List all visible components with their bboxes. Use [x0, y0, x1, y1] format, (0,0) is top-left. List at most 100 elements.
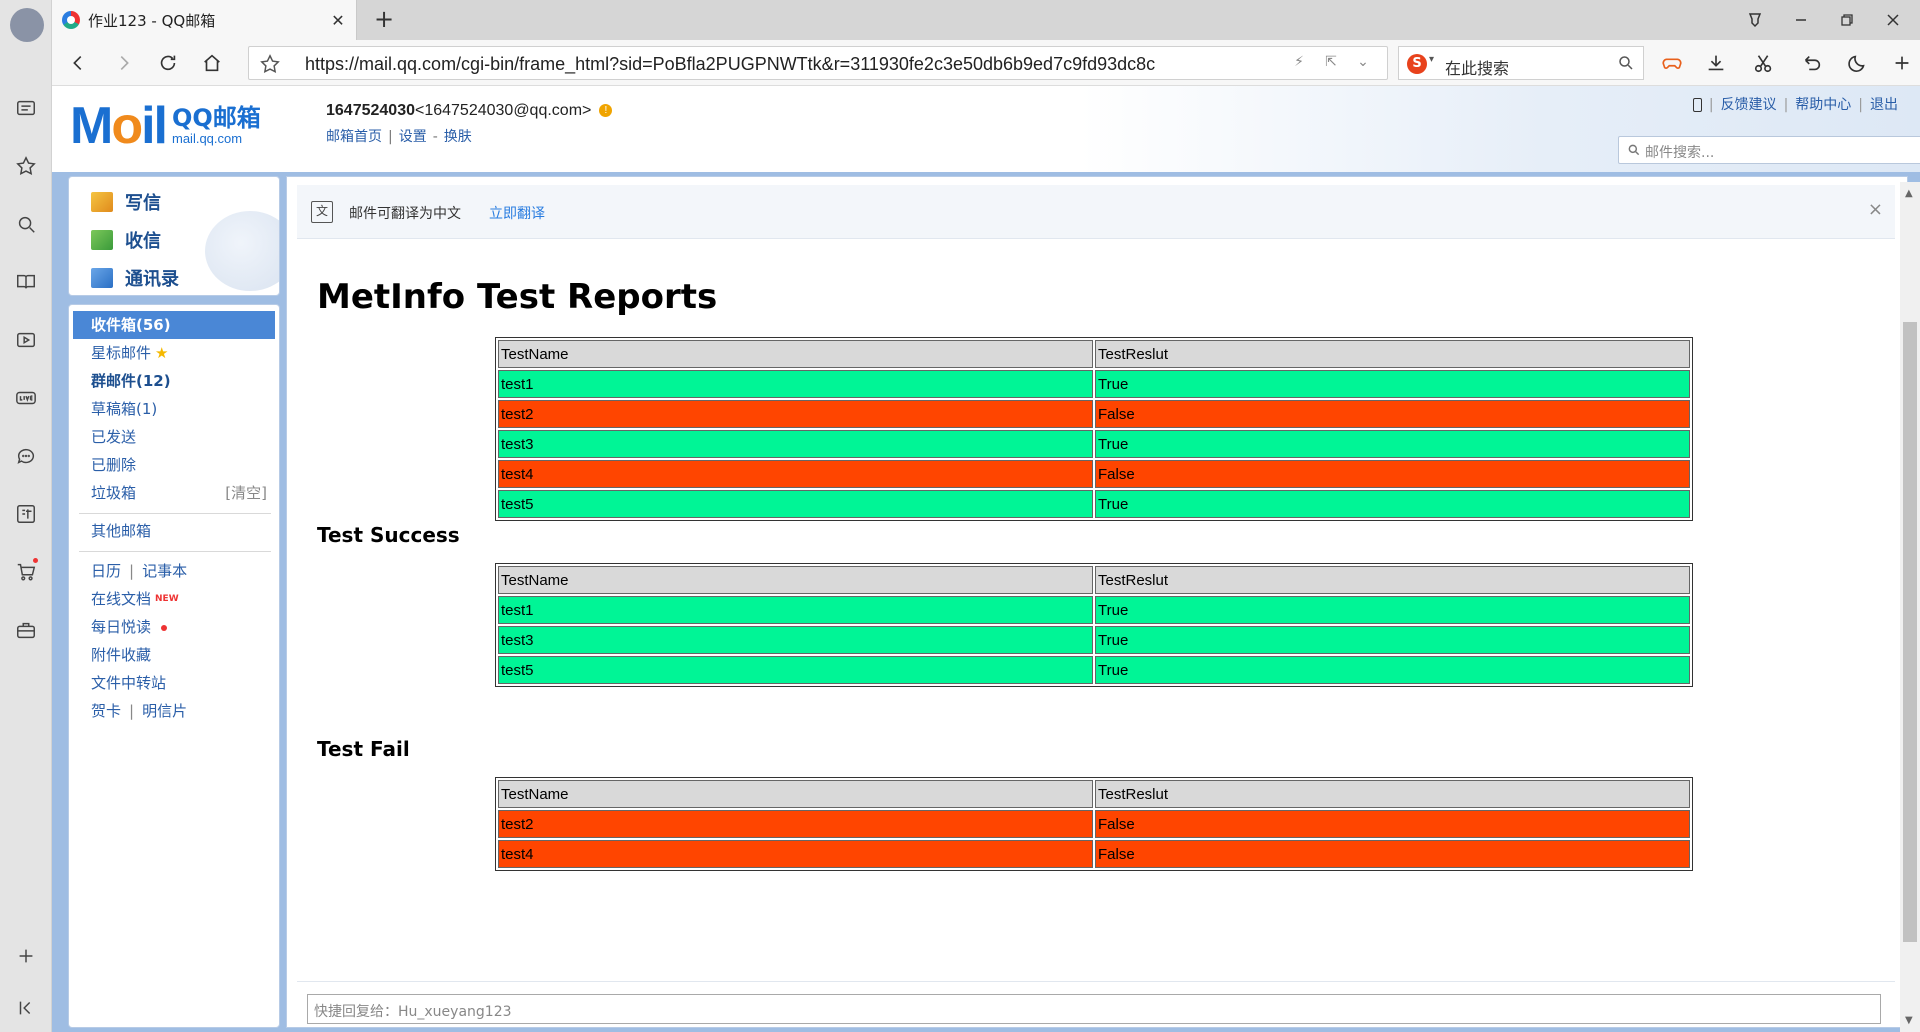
home-icon[interactable]: [196, 47, 228, 79]
column-header: TestName: [498, 566, 1093, 594]
column-header: TestReslut: [1095, 340, 1690, 368]
toolbox-icon[interactable]: [8, 612, 44, 648]
online-docs-link[interactable]: 在线文档 NEW: [73, 585, 275, 613]
qq-mail-logo[interactable]: Moil QQ邮箱 mail.qq.com: [70, 98, 261, 154]
game-icon[interactable]: [1656, 47, 1688, 79]
profile-avatar[interactable]: [10, 8, 44, 42]
change-skin-link[interactable]: 换肤: [444, 129, 472, 145]
url-text[interactable]: https://mail.qq.com/cgi-bin/frame_html?s…: [305, 54, 1265, 75]
folder-trash-label: 垃圾箱: [91, 484, 137, 502]
bookmark-star-icon[interactable]: [259, 53, 281, 75]
calendar-link[interactable]: 日历: [91, 562, 121, 580]
browser-tab-active[interactable]: 作业123 - QQ邮箱 ✕: [52, 0, 357, 40]
mail-search-input[interactable]: 邮件搜索... ▼: [1618, 136, 1920, 164]
engine-dropdown-icon[interactable]: ▾: [1429, 54, 1434, 65]
favorites-star-icon[interactable]: [8, 148, 44, 184]
video-icon[interactable]: [8, 322, 44, 358]
test-result-cell: False: [1095, 840, 1690, 868]
help-center-link[interactable]: 帮助中心: [1795, 97, 1851, 113]
table-header-row: TestName TestReslut: [498, 566, 1690, 594]
content-scrollbar[interactable]: ▲ ▼: [1900, 182, 1920, 1032]
folder-deleted[interactable]: 已删除: [73, 451, 275, 479]
book-icon[interactable]: [8, 264, 44, 300]
chevron-down-icon[interactable]: ⌄: [1353, 54, 1373, 74]
download-icon[interactable]: [1700, 47, 1732, 79]
logout-link[interactable]: 退出: [1870, 97, 1898, 113]
translate-icon[interactable]: [8, 496, 44, 532]
compose-button[interactable]: 写信: [91, 187, 161, 217]
sogou-icon[interactable]: S: [1407, 54, 1427, 74]
test-name-cell: test1: [498, 370, 1093, 398]
minimize-button[interactable]: [1778, 0, 1824, 40]
folder-sent[interactable]: 已发送: [73, 423, 275, 451]
test-name-cell: test2: [498, 400, 1093, 428]
close-window-button[interactable]: [1870, 0, 1916, 40]
add-sidebar-item-icon[interactable]: [8, 938, 44, 974]
divider: [79, 551, 271, 552]
unread-dot-icon: [161, 624, 168, 631]
feedback-link[interactable]: 反馈建议: [1721, 97, 1777, 113]
table-row: test1 True: [498, 370, 1690, 398]
report-title: MetInfo Test Reports: [317, 277, 718, 317]
quick-reply-input[interactable]: 快捷回复给：Hu_xueyang123: [307, 994, 1881, 1024]
user-info: 1647524030<1647524030@qq.com>!: [326, 102, 613, 120]
restore-button[interactable]: [1824, 0, 1870, 40]
postcards-link[interactable]: 明信片: [142, 702, 187, 720]
folder-starred-label: 星标邮件: [91, 344, 152, 362]
new-tab-button[interactable]: +: [370, 6, 398, 34]
daily-reading-link[interactable]: 每日悦读: [73, 613, 275, 641]
scroll-down-icon[interactable]: ▼: [1905, 1015, 1913, 1026]
top-links: | 反馈建议 | 帮助中心 | 退出: [1692, 94, 1898, 114]
clear-trash-link[interactable]: [清空]: [225, 479, 267, 507]
folder-other-mailboxes[interactable]: 其他邮箱: [73, 517, 275, 545]
browser-search-box[interactable]: S ▾ 在此搜索: [1398, 46, 1644, 80]
daily-reading-label: 每日悦读: [91, 618, 152, 636]
translate-text: 邮件可翻译为中文: [349, 206, 461, 222]
table-header-row: TestName TestReslut: [498, 780, 1690, 808]
scroll-up-icon[interactable]: ▲: [1905, 188, 1913, 199]
test-name-cell: test4: [498, 460, 1093, 488]
share-icon[interactable]: ⇱: [1321, 54, 1341, 74]
warning-icon[interactable]: !: [599, 104, 613, 118]
screenshot-scissors-icon[interactable]: [1744, 47, 1784, 79]
table-row: test1 True: [498, 596, 1690, 624]
lightning-icon[interactable]: ⚡: [1289, 54, 1309, 74]
penguin-decoration-icon: [205, 211, 279, 291]
cart-icon[interactable]: [8, 554, 44, 590]
chat-icon[interactable]: [8, 438, 44, 474]
attachment-favorites-link[interactable]: 附件收藏: [73, 641, 275, 669]
folder-starred[interactable]: 星标邮件 ★: [73, 339, 275, 367]
live-icon[interactable]: [8, 380, 44, 416]
address-bar[interactable]: https://mail.qq.com/cgi-bin/frame_html?s…: [248, 46, 1388, 80]
search-icon[interactable]: [8, 206, 44, 242]
receive-button[interactable]: 收信: [91, 225, 161, 255]
forward-icon[interactable]: [108, 47, 140, 79]
translate-now-link[interactable]: 立即翻译: [489, 203, 545, 223]
folder-drafts[interactable]: 草稿箱(1): [73, 395, 275, 423]
scroll-thumb[interactable]: [1903, 322, 1917, 942]
pin-window-icon[interactable]: [1732, 0, 1778, 40]
folder-inbox[interactable]: 收件箱(56): [73, 311, 275, 339]
greeting-cards-link[interactable]: 贺卡: [91, 702, 121, 720]
reader-icon[interactable]: [8, 90, 44, 126]
folder-trash[interactable]: 垃圾箱 [清空]: [73, 479, 275, 507]
search-icon[interactable]: [1617, 54, 1635, 72]
notes-link[interactable]: 记事本: [142, 562, 187, 580]
add-icon[interactable]: [1886, 47, 1918, 79]
file-transfer-link[interactable]: 文件中转站: [73, 669, 275, 697]
settings-link[interactable]: 设置: [399, 129, 427, 145]
table-row: test4 False: [498, 840, 1690, 868]
mail-left-pane: 写信 收信 通讯录 收件箱(56) 星标邮件 ★ 群邮件(12) 草稿箱(1) 已…: [68, 176, 280, 1028]
reload-icon[interactable]: [152, 47, 184, 79]
mailbox-home-link[interactable]: 邮箱首页: [326, 129, 382, 145]
contacts-button[interactable]: 通讯录: [91, 263, 179, 293]
back-icon[interactable]: [62, 47, 94, 79]
undo-close-tab-icon[interactable]: [1792, 47, 1832, 79]
night-mode-icon[interactable]: [1842, 47, 1874, 79]
folder-group[interactable]: 群邮件(12): [73, 367, 275, 395]
inbox-download-icon: [91, 230, 113, 250]
collapse-sidebar-icon[interactable]: [8, 990, 44, 1026]
mobile-icon[interactable]: [1692, 98, 1702, 112]
close-icon[interactable]: ×: [1868, 199, 1883, 220]
tab-close-icon[interactable]: ✕: [326, 8, 350, 32]
